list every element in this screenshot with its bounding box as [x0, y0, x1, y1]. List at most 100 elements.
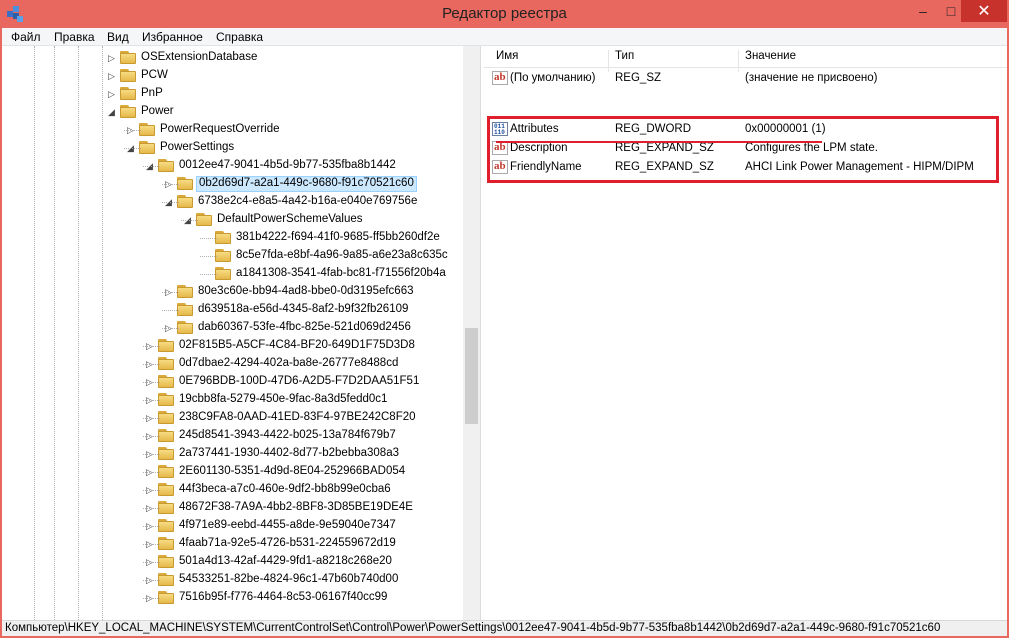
scrollbar-thumb[interactable] [465, 328, 478, 424]
minimize-button[interactable]: – [909, 0, 937, 22]
tree-connector [143, 526, 160, 527]
close-button[interactable]: ✕ [961, 0, 1007, 22]
value-row[interactable]: ab (По умолчанию) REG_SZ (значение не пр… [484, 69, 1007, 88]
tree-item-label: a1841308-3541-4fab-bc81-f71556f20b4a [236, 267, 446, 279]
tree-item[interactable]: ▷ 54533251-82be-4824-96c1-47b60b740d00 [4, 571, 462, 589]
folder-icon [158, 357, 174, 370]
folder-icon [158, 501, 174, 514]
expand-arrow-icon[interactable]: ▷ [108, 52, 118, 64]
tree-item-label: PowerRequestOverride [160, 123, 280, 135]
tree-item[interactable]: ▷ 501a4d13-42af-4429-9fd1-a8218c268e20 [4, 553, 462, 571]
menu-help[interactable]: Справка [216, 30, 263, 44]
tree-item[interactable]: ◢ DefaultPowerSchemeValues [4, 211, 462, 229]
folder-icon [177, 195, 193, 208]
folder-icon [158, 447, 174, 460]
tree-item-label: PowerSettings [160, 141, 235, 153]
tree-item[interactable]: ◢ 6738e2c4-e8a5-4a42-b16a-e040e769756e [4, 193, 462, 211]
column-header-data[interactable]: Значение [745, 50, 796, 62]
tree-item-label: d639518a-e56d-4345-8af2-b9f32fb26109 [198, 303, 409, 315]
title-bar: Редактор реестра – □ ✕ [0, 0, 1009, 28]
tree-item[interactable]: d639518a-e56d-4345-8af2-b9f32fb26109 [4, 301, 462, 319]
tree-item[interactable]: ▷ 2a737441-1930-4402-8d77-b2bebba308a3 [4, 445, 462, 463]
tree-item[interactable]: ▷ 19cbb8fa-5279-450e-9fac-8a3d5fedd0c1 [4, 391, 462, 409]
column-header-name[interactable]: Имя [496, 50, 518, 62]
tree-connector [162, 292, 179, 293]
tree-item-label: 7516b95f-f776-4464-8c53-06167f40cc99 [179, 591, 388, 603]
tree-item[interactable]: ◢ 0012ee47-9041-4b5d-9b77-535fba8b1442 [4, 157, 462, 175]
tree-item[interactable]: ▷ 0d7dbae2-4294-402a-ba8e-26777e8488cd [4, 355, 462, 373]
status-bar: Компьютер\HKEY_LOCAL_MACHINE\SYSTEM\Curr… [2, 620, 1007, 636]
tree-item-label: 6738e2c4-e8a5-4a42-b16a-e040e769756e [198, 195, 418, 207]
tree-item[interactable]: ▷ 4f971e89-eebd-4455-a8de-9e59040e7347 [4, 517, 462, 535]
tree-item[interactable]: ▷ PCW [4, 67, 462, 85]
menu-bar: Файл Правка Вид Избранное Справка [2, 28, 1007, 46]
tree-item-label: 4faab71a-92e5-4726-b531-224559672d19 [179, 537, 396, 549]
menu-view[interactable]: Вид [107, 30, 129, 44]
tree-connector [200, 238, 217, 239]
red-underline [496, 141, 822, 143]
tree-connector [162, 184, 179, 185]
tree-connector [162, 202, 179, 203]
tree-item[interactable]: ▷ 0b2d69d7-a2a1-449c-9680-f91c70521c60 [4, 175, 462, 193]
tree-connector [143, 400, 160, 401]
tree-connector [143, 598, 160, 599]
tree-item[interactable]: 381b4222-f694-41f0-9685-ff5bb260df2e [4, 229, 462, 247]
tree-item-label: Power [141, 105, 174, 117]
tree-item[interactable]: ◢ PowerSettings [4, 139, 462, 157]
tree-connector [200, 256, 217, 257]
folder-icon [196, 213, 212, 226]
folder-icon [158, 159, 174, 172]
tree-item[interactable]: ▷ 238C9FA8-0AAD-41ED-83F4-97BE242C8F20 [4, 409, 462, 427]
tree-item-label: OSExtensionDatabase [141, 51, 258, 63]
tree-item[interactable]: ▷ 245d8541-3943-4422-b025-13a784f679b7 [4, 427, 462, 445]
tree-item-label: 54533251-82be-4824-96c1-47b60b740d00 [179, 573, 399, 585]
tree-guide-line [34, 46, 35, 620]
folder-icon [158, 375, 174, 388]
menu-file[interactable]: Файл [11, 30, 41, 44]
folder-icon [158, 555, 174, 568]
collapse-arrow-icon[interactable]: ◢ [108, 106, 118, 118]
values-pane[interactable]: Имя Тип Значение ab (По умолчанию) REG_S… [484, 46, 1007, 620]
folder-icon [215, 267, 231, 280]
tree-item[interactable]: ◢ Power [4, 103, 462, 121]
folder-icon [177, 285, 193, 298]
tree-connector [143, 418, 160, 419]
folder-icon [158, 591, 174, 604]
folder-icon [177, 303, 193, 316]
tree-connector [143, 544, 160, 545]
tree-item[interactable]: ▷ PnP [4, 85, 462, 103]
tree-item-label: 80e3c60e-bb94-4ad8-bbe0-0d3195efc663 [198, 285, 414, 297]
menu-favorites[interactable]: Избранное [142, 30, 203, 44]
tree-item[interactable]: ▷ PowerRequestOverride [4, 121, 462, 139]
red-highlight-box [487, 116, 999, 183]
tree-connector [143, 346, 160, 347]
folder-icon [158, 519, 174, 532]
expand-arrow-icon[interactable]: ▷ [108, 70, 118, 82]
expand-arrow-icon[interactable]: ▷ [108, 88, 118, 100]
tree-item[interactable]: ▷ 0E796BDB-100D-47D6-A2D5-F7D2DAA51F51 [4, 373, 462, 391]
folder-icon [158, 429, 174, 442]
tree-item[interactable]: ▷ 80e3c60e-bb94-4ad8-bbe0-0d3195efc663 [4, 283, 462, 301]
tree-item[interactable]: ▷ 02F815B5-A5CF-4C84-BF20-649D1F75D3D8 [4, 337, 462, 355]
registry-key-tree[interactable]: ▷ OSExtensionDatabase ▷ PCW ▷ PnP ◢ Power ▷ Power… [4, 46, 481, 620]
tree-item-label: PnP [141, 87, 163, 99]
tree-item-label: 0E796BDB-100D-47D6-A2D5-F7D2DAA51F51 [179, 375, 420, 387]
tree-item[interactable]: ▷ 2E601130-5351-4d9d-8E04-252966BAD054 [4, 463, 462, 481]
tree-item[interactable]: a1841308-3541-4fab-bc81-f71556f20b4a [4, 265, 462, 283]
folder-icon [215, 249, 231, 262]
tree-item[interactable]: ▷ 7516b95f-f776-4464-8c53-06167f40cc99 [4, 589, 462, 607]
tree-guide-line [102, 46, 103, 620]
tree-vertical-scrollbar[interactable] [463, 46, 480, 620]
column-header-type[interactable]: Тип [615, 50, 634, 62]
tree-connector [143, 580, 160, 581]
folder-icon [120, 69, 136, 82]
tree-item[interactable]: 8c5e7fda-e8bf-4a96-9a85-a6e23a8c635c [4, 247, 462, 265]
menu-edit[interactable]: Правка [54, 30, 95, 44]
tree-item-label: 381b4222-f694-41f0-9685-ff5bb260df2e [236, 231, 440, 243]
tree-item[interactable]: ▷ 4faab71a-92e5-4726-b531-224559672d19 [4, 535, 462, 553]
tree-item[interactable]: ▷ dab60367-53fe-4fbc-825e-521d069d2456 [4, 319, 462, 337]
tree-item[interactable]: ▷ 44f3beca-a7c0-460e-9df2-bb8b99e0cba6 [4, 481, 462, 499]
tree-item[interactable]: ▷ 48672F38-7A9A-4bb2-8BF8-3D85BE19DE4E [4, 499, 462, 517]
tree-item[interactable]: ▷ OSExtensionDatabase [4, 49, 462, 67]
tree-item-label: 19cbb8fa-5279-450e-9fac-8a3d5fedd0c1 [179, 393, 388, 405]
